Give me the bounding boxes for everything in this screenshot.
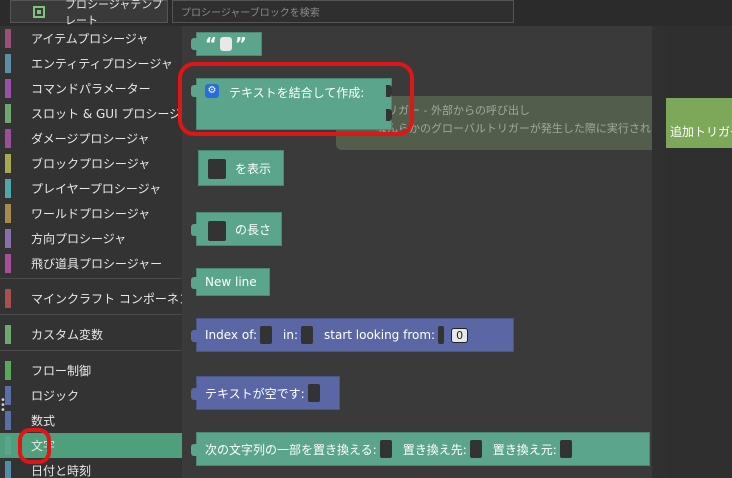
category-item[interactable]: ロジック [0,383,182,408]
trigger-label: 追加トリガー [670,125,732,139]
tab-label: プロシージャテンプレート [65,0,163,27]
in-socket[interactable] [301,326,314,344]
replace-with-label: 置き換え先: [402,442,467,457]
text-literal-block[interactable]: “ ” [191,32,262,56]
category-label: マインクラフト コンポーネント [31,292,203,306]
category-item[interactable]: ワールドプロシージャ [0,201,182,226]
category-item[interactable]: アイテムプロシージャ [0,26,182,51]
category-label: 日付と時刻 [31,464,92,478]
category-color-bar [5,361,11,380]
newline-label: New line [205,275,257,289]
start-value-field[interactable]: 0 [451,327,469,343]
category-item[interactable]: エンティティプロシージャ [0,51,182,76]
category-label: ブロックプロシージャ [31,157,151,171]
replace-from-socket[interactable] [559,440,572,458]
toolbar: プロシージャテンプレート プロシージャーブロックを検索 [0,0,732,27]
category-item[interactable]: コマンドパラメーター [0,76,182,101]
start-from-label: start looking from: [324,328,436,342]
category-item[interactable]: フロー制御 [0,358,182,383]
category-color-bar [5,461,11,478]
is-empty-label: テキストが空です: [205,386,305,401]
category-color-bar [5,79,11,98]
newline-block[interactable]: New line [191,268,270,296]
category-item[interactable]: プレイヤープロシージャ [0,176,182,201]
is-empty-socket[interactable] [307,384,320,402]
category-color-bar [5,289,11,308]
category-label: カスタム変数 [31,328,104,342]
category-color-bar [5,54,11,73]
category-color-bar [5,254,11,273]
index-of-socket[interactable] [260,326,273,344]
category-item[interactable]: スロット & GUI プロシージャ [0,101,193,126]
index-of-block[interactable]: Index of: in: start looking from: 0 [191,318,514,352]
category-label: プレイヤープロシージャ [31,182,162,196]
index-of-label: Index of: [205,328,258,342]
category-color-bar [5,325,11,344]
start-socket [438,326,445,344]
category-separator [0,350,182,351]
replace-from-label: 置き換え元: [492,442,557,457]
category-color-bar [5,436,11,455]
in-label: in: [283,328,299,342]
print-label: を表示 [235,161,272,176]
category-label: 数式 [31,414,56,428]
category-item[interactable]: ブロックプロシージャ [0,151,182,176]
text-value-field[interactable] [219,37,232,51]
category-color-bar [5,129,11,148]
replace-socket[interactable] [379,440,392,458]
print-block[interactable]: を表示 [198,150,284,186]
block-search-input[interactable]: プロシージャーブロックを検索 [172,0,514,23]
category-label: コマンドパラメーター [31,82,151,96]
category-separator [0,314,182,315]
quote-open: “ [205,33,217,55]
workspace-canvas[interactable] [666,26,732,478]
category-color-bar [5,204,11,223]
category-color-bar [5,29,11,48]
category-label: ワールドプロシージャ [31,207,151,221]
highlight-annotation [178,62,414,136]
category-item[interactable]: マインクラフト コンポーネント [0,286,203,311]
length-block[interactable]: の長さ [191,212,282,246]
category-label: アイテムプロシージャ [31,32,149,46]
category-color-bar [5,179,11,198]
highlight-annotation-category [18,428,51,464]
search-placeholder: プロシージャーブロックを検索 [181,8,320,19]
category-label: ロジック [31,389,80,403]
drag-handle-icon[interactable]: • • • [0,396,6,416]
replace-text-block[interactable]: 次の文字列の一部を置き換える: 置き換え先: 置き換え元: [191,432,650,466]
category-label: スロット & GUI プロシージャ [31,107,193,121]
category-color-bar [5,229,11,248]
tab-procedure-templates[interactable]: プロシージャテンプレート [10,0,168,27]
ghost-trigger-title: トリガー - 外部からの呼び出し [376,104,530,117]
is-empty-block[interactable]: テキストが空です: [191,376,340,410]
category-label: 方向プロシージャ [31,232,127,246]
category-item[interactable]: 飛び道具プロシージャー [0,251,182,276]
replace-label: 次の文字列の一部を置き換える: [205,442,377,457]
palette-scrollbar[interactable] [652,26,666,478]
length-socket[interactable] [208,221,226,241]
category-item[interactable]: カスタム変数 [0,322,182,347]
category-separator [0,278,182,279]
length-label: の長さ [235,222,272,237]
category-color-bar [5,104,11,123]
category-label: エンティティプロシージャ [31,57,173,71]
category-label: フロー制御 [31,364,92,378]
template-icon [33,6,45,18]
print-socket[interactable] [208,159,226,179]
category-item[interactable]: 方向プロシージャ [0,226,182,251]
category-item[interactable]: ダメージプロシージャ [0,126,182,151]
category-sidebar: アイテムプロシージャエンティティプロシージャ コマンドパラメータースロット & G… [0,26,203,478]
replace-with-socket[interactable] [469,440,482,458]
category-color-bar [5,154,11,173]
category-label: 飛び道具プロシージャー [31,257,163,271]
trigger-block[interactable]: 追加トリガー [666,98,732,148]
quote-close: ” [234,33,247,55]
category-label: ダメージプロシージャ [31,132,150,146]
ghost-trigger-desc: なんらかのグローバルトリガーが発生した際に実行される [376,122,662,135]
